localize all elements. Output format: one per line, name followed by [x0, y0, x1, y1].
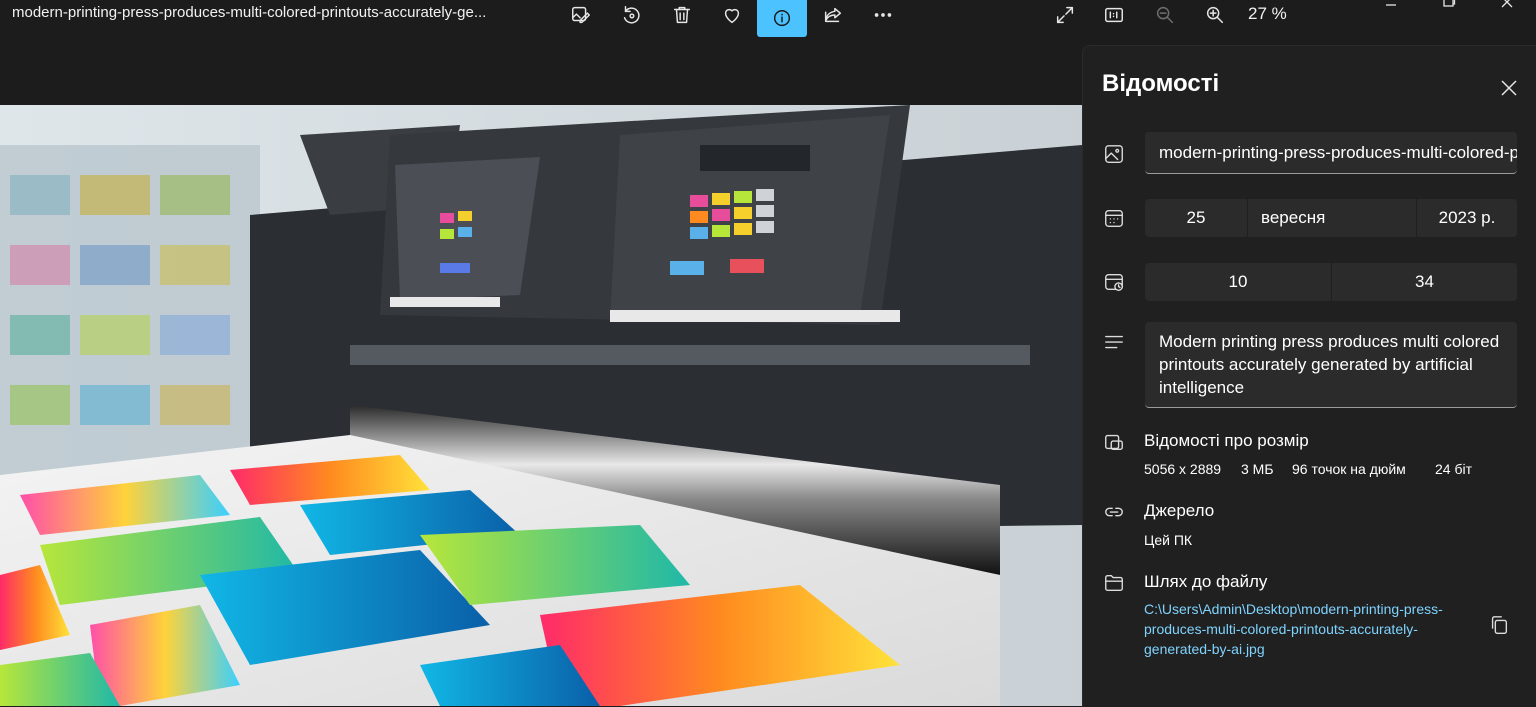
fullscreen-icon	[1056, 6, 1074, 24]
panel-title: Відомості	[1102, 70, 1220, 97]
size-dimensions: 5056 x 2889	[1144, 461, 1222, 477]
size-file-size: 3 МБ	[1241, 461, 1274, 477]
minimize-button[interactable]	[1376, 0, 1406, 12]
info-button[interactable]	[757, 0, 807, 37]
image-size-icon	[1103, 431, 1125, 453]
text-lines-icon	[1103, 331, 1125, 353]
minimize-icon	[1386, 4, 1396, 6]
copy-icon	[1491, 616, 1508, 634]
favorite-button[interactable]	[708, 0, 756, 30]
close-icon	[1501, 80, 1517, 96]
favorite-icon	[724, 8, 740, 24]
folder-icon	[1103, 572, 1125, 594]
edit-image-button[interactable]	[557, 0, 605, 30]
clock-icon	[1103, 271, 1125, 293]
calendar-icon	[1103, 207, 1125, 229]
time-hour[interactable]: 10	[1145, 263, 1331, 301]
file-path-link[interactable]: C:\Users\Admin\Desktop\modern-printing-p…	[1144, 599, 1474, 659]
zoom-in-button[interactable]	[1191, 0, 1239, 30]
edit-image-icon	[572, 6, 590, 24]
actual-size-icon	[1105, 7, 1123, 23]
path-label: Шлях до файлу	[1144, 572, 1268, 591]
zoom-out-icon	[1156, 6, 1174, 24]
delete-button[interactable]	[658, 0, 706, 30]
file-title-field[interactable]: modern-printing-press-produces-multi-col…	[1145, 132, 1517, 174]
close-window-button[interactable]	[1492, 0, 1522, 12]
date-year[interactable]: 2023 р.	[1416, 199, 1517, 237]
fullscreen-button[interactable]	[1041, 0, 1089, 30]
size-label: Відомості про розмір	[1144, 431, 1309, 450]
panel-close-button[interactable]	[1493, 72, 1525, 104]
copy-path-button[interactable]	[1483, 609, 1515, 641]
zoom-in-icon	[1206, 6, 1224, 24]
delete-icon	[673, 6, 691, 24]
maximize-button[interactable]	[1434, 0, 1464, 12]
close-icon	[1501, 0, 1513, 8]
rotate-button[interactable]	[607, 0, 655, 30]
info-panel: Відомості modern-printing-press-produces…	[1082, 45, 1536, 707]
date-picker[interactable]: 25 вересня 2023 р.	[1145, 199, 1517, 237]
title-bar: modern-printing-press-produces-multi-col…	[0, 0, 1536, 37]
rotate-icon	[623, 6, 640, 24]
source-label: Джерело	[1144, 501, 1215, 520]
file-name-title: modern-printing-press-produces-multi-col…	[12, 4, 487, 21]
actual-size-button[interactable]	[1090, 0, 1138, 30]
more-button[interactable]	[859, 0, 907, 30]
time-picker[interactable]: 10 34	[1145, 263, 1517, 301]
maximize-icon	[1443, 0, 1456, 7]
info-icon	[773, 9, 791, 26]
date-month[interactable]: вересня	[1247, 199, 1416, 237]
photo-canvas[interactable]	[0, 105, 1082, 706]
printing-press-photo	[0, 105, 1082, 706]
date-day[interactable]: 25	[1145, 199, 1247, 237]
source-value: Цей ПК	[1144, 532, 1193, 548]
more-icon	[874, 13, 892, 17]
zoom-out-button[interactable]	[1141, 0, 1189, 30]
zoom-level[interactable]: 27 %	[1248, 4, 1287, 24]
size-bit-depth: 24 біт	[1435, 461, 1473, 477]
file-title-value: modern-printing-press-produces-multi-col…	[1159, 142, 1517, 162]
share-button[interactable]	[809, 0, 857, 30]
image-icon	[1103, 143, 1125, 165]
description-field[interactable]: Modern printing press produces multi col…	[1145, 322, 1517, 408]
share-icon	[824, 7, 842, 23]
link-icon	[1103, 501, 1125, 523]
size-dpi: 96 точок на дюйм	[1292, 461, 1406, 477]
time-minute[interactable]: 34	[1331, 263, 1517, 301]
